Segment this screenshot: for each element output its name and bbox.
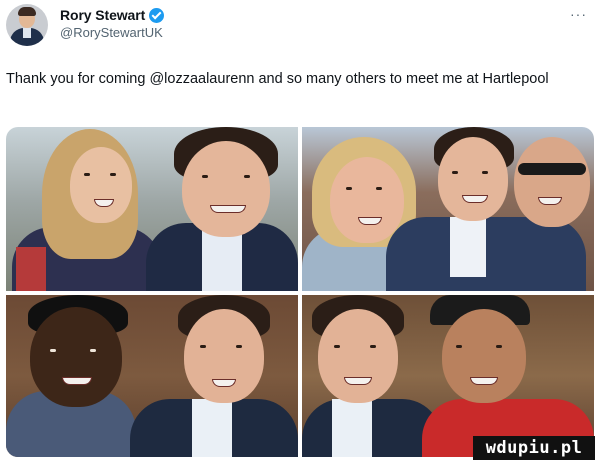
photo-grid [6,127,594,457]
photo-2[interactable] [302,127,594,291]
author-display-name[interactable]: Rory Stewart [60,7,145,23]
author-handle[interactable]: @RoryStewartUK [60,25,163,40]
photo-3[interactable] [6,295,298,457]
verified-badge-icon [149,7,165,23]
tweet: Rory Stewart @RoryStewartUK ··· Thank yo… [0,0,600,464]
more-options-icon[interactable]: ··· [570,6,587,22]
photo-1[interactable] [6,127,298,291]
photo-4[interactable] [302,295,594,457]
tweet-text: Thank you for coming @lozzaalaurenn and … [6,71,549,87]
author-name-row: Rory Stewart [60,6,165,24]
watermark: wdupiu.pl [473,436,595,460]
author-avatar[interactable] [6,4,48,46]
